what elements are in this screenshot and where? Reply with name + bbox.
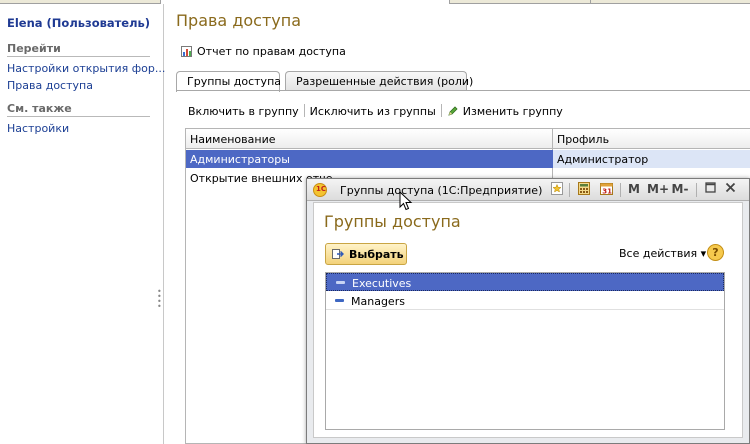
command-bar: Включить в группу Исключить из группы Изме…	[188, 104, 563, 118]
close-button[interactable]	[723, 182, 737, 198]
choose-button-label: Выбрать	[349, 248, 404, 261]
nav-link-form-settings[interactable]: Настройки открытия фор...	[7, 62, 165, 75]
list-item[interactable]: Executives	[326, 273, 724, 291]
all-actions-menu[interactable]: Все действия ▾	[619, 247, 706, 260]
access-groups-dialog: 1С Группы доступа (1С:Предприятие) 31 M …	[306, 178, 750, 444]
memory-minus-button[interactable]: M-	[670, 182, 690, 198]
choose-icon	[332, 249, 344, 259]
dialog-title-bar[interactable]: 1С Группы доступа (1С:Предприятие) 31 M …	[307, 179, 749, 201]
group-item-icon	[336, 281, 345, 284]
nav-link-access-rights[interactable]: Права доступа	[7, 79, 93, 92]
maximize-icon	[704, 182, 716, 193]
memory-plus-button[interactable]: M+	[647, 182, 669, 198]
report-chart-icon	[181, 46, 192, 57]
table-row[interactable]: Администраторы Администратор	[186, 150, 750, 168]
toolbar-separator	[620, 183, 621, 197]
nav-link-settings[interactable]: Настройки	[7, 122, 69, 135]
group-item-icon	[335, 299, 344, 302]
report-link-label: Отчет по правам доступа	[197, 45, 346, 58]
user-name: Elena (Пользователь)	[7, 16, 151, 30]
memory-m-button[interactable]: M	[627, 182, 641, 198]
command-separator	[303, 104, 305, 117]
list-item[interactable]: Managers	[326, 292, 724, 310]
tab-divider	[590, 0, 591, 4]
see-also-header: См. также	[7, 102, 150, 117]
1c-logo-icon: 1С	[313, 183, 327, 197]
favorites-star-button[interactable]	[550, 182, 564, 198]
calendar-icon: 31	[600, 183, 613, 196]
row-name: Администраторы	[190, 153, 290, 166]
tab-baseline	[176, 90, 750, 91]
logo-text: 1С	[316, 185, 327, 193]
dialog-window-title: Группы доступа (1С:Предприятие)	[340, 184, 543, 197]
dialog-content: Группы доступа Выбрать Все действия ▾ ? …	[313, 202, 743, 438]
toolbar-separator	[696, 183, 697, 197]
calculator-button[interactable]	[577, 182, 591, 198]
column-header-profile[interactable]: Профиль	[557, 133, 609, 146]
column-header-name[interactable]: Наименование	[190, 133, 275, 146]
edit-group-label: Изменить группу	[462, 105, 563, 118]
close-icon	[725, 182, 735, 193]
row-profile-cell: Администратор	[553, 150, 750, 168]
command-separator	[440, 104, 442, 117]
star-icon	[551, 182, 563, 195]
navigation-panel: Elena (Пользователь) Перейти Настройки о…	[0, 4, 165, 444]
maximize-button[interactable]	[703, 182, 717, 198]
list-item-label: Managers	[351, 295, 405, 308]
dialog-heading: Группы доступа	[324, 212, 461, 231]
active-section-tab[interactable]	[160, 0, 450, 4]
pencil-icon	[448, 106, 458, 116]
choose-button[interactable]: Выбрать	[325, 243, 407, 265]
tab-access-groups[interactable]: Группы доступа	[176, 71, 281, 92]
goto-header: Перейти	[7, 42, 150, 57]
mouse-pointer-icon	[399, 191, 413, 211]
list-item-label: Executives	[352, 277, 412, 290]
calculator-icon	[578, 182, 590, 195]
exclude-from-group-button[interactable]: Исключить из группы	[310, 105, 436, 118]
help-icon[interactable]: ?	[707, 244, 724, 261]
include-in-group-button[interactable]: Включить в группу	[188, 105, 299, 118]
panel-splitter-handle[interactable]: • • • •	[157, 288, 162, 311]
calendar-day: 31	[602, 188, 612, 196]
groups-list[interactable]: Executives Managers	[325, 272, 725, 430]
toolbar-separator	[569, 183, 570, 197]
row-profile: Администратор	[557, 153, 649, 166]
page-title: Права доступа	[176, 11, 302, 30]
edit-group-button[interactable]: Изменить группу	[447, 105, 563, 118]
tab-allowed-actions[interactable]: Разрешенные действия (роли)	[285, 71, 473, 91]
calendar-button[interactable]: 31	[599, 182, 614, 198]
table-header: Наименование Профиль	[186, 129, 750, 149]
report-link[interactable]: Отчет по правам доступа	[181, 45, 346, 58]
